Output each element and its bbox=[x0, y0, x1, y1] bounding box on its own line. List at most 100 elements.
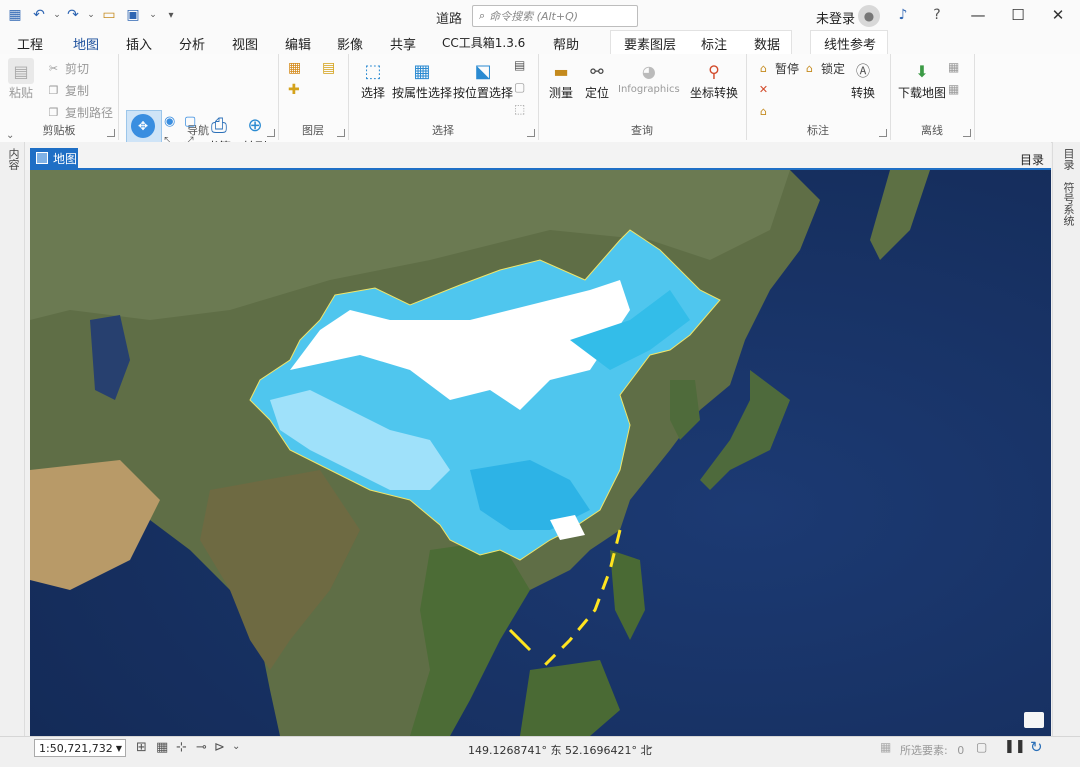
refresh-status-icon[interactable]: ▢ bbox=[976, 740, 987, 754]
measure-button[interactable]: ▬ 测量 bbox=[548, 58, 574, 101]
offline-launcher[interactable] bbox=[963, 129, 971, 137]
scale-selector[interactable]: 1:50,721,732 ▼ bbox=[34, 739, 126, 757]
measure-label: 测量 bbox=[548, 86, 573, 100]
download-map-icon: ⬇ bbox=[915, 61, 929, 81]
tab-help[interactable]: 帮助 bbox=[553, 34, 579, 53]
command-search-input[interactable]: ⌕ 命令搜索 (Alt+Q) bbox=[472, 5, 638, 27]
remove-offline-icon[interactable]: ▦ bbox=[948, 82, 959, 96]
copy-button[interactable]: ❐ 复制 bbox=[46, 82, 89, 99]
selection-launcher[interactable] bbox=[527, 129, 535, 137]
help-icon[interactable]: ? bbox=[928, 6, 946, 24]
minimize-button[interactable]: — bbox=[966, 4, 990, 26]
lock-labels-button[interactable]: ⌂ 锁定 bbox=[802, 60, 845, 77]
tab-imagery[interactable]: 影像 bbox=[337, 34, 363, 53]
pause-drawing-icon[interactable]: ❚❚ bbox=[1004, 739, 1026, 754]
login-status[interactable]: 未登录 bbox=[816, 8, 855, 27]
cut-button[interactable]: ✂ 剪切 bbox=[46, 60, 89, 77]
coordinate-readout: 149.1268741° 东 52.1696421° 北 bbox=[468, 744, 652, 757]
tab-insert[interactable]: 插入 bbox=[126, 34, 152, 53]
tab-view[interactable]: 视图 bbox=[232, 34, 258, 53]
maximize-button[interactable]: ☐ bbox=[1006, 4, 1030, 26]
select-by-attribute-button[interactable]: ▦ 按属性选择 bbox=[392, 58, 452, 101]
open-folder-icon[interactable]: ▭ bbox=[100, 6, 118, 24]
customize-quick-access-icon[interactable]: ▾ bbox=[162, 6, 180, 24]
catalog-pane-tab[interactable]: 目录 bbox=[1060, 148, 1076, 170]
selection-group: ⬚ 选择 ▦ 按属性选择 ⬕ 按位置选择 ▤ ▢ ⬚ 选择 bbox=[348, 54, 539, 140]
select-arrow-icon: ⬚ bbox=[364, 60, 382, 82]
measure-constraint-icon[interactable]: ⊳ bbox=[214, 740, 225, 755]
zoom-layer-icon[interactable]: ▢ bbox=[184, 114, 196, 129]
layer-launcher[interactable] bbox=[337, 129, 345, 137]
tab-analysis[interactable]: 分析 bbox=[179, 34, 205, 53]
locate-label: 定位 bbox=[584, 86, 609, 100]
ruler-icon: ▬ bbox=[553, 61, 569, 81]
table-icon[interactable]: ▦ bbox=[156, 740, 168, 755]
notification-bell-icon[interactable]: ♪ bbox=[894, 6, 912, 24]
basemap-icon[interactable]: ▦ bbox=[288, 60, 301, 76]
copy-path-button[interactable]: ❐ 复制路径 bbox=[46, 104, 113, 121]
view-menu-icon[interactable]: ⌄ bbox=[1036, 150, 1044, 161]
full-extent-icon[interactable]: ◉ bbox=[164, 114, 175, 129]
status-more-icon[interactable]: ⌄ bbox=[232, 741, 240, 752]
locate-button[interactable]: ⚯ 定位 bbox=[584, 58, 610, 101]
selection-group-label: 选择 bbox=[432, 124, 454, 137]
label-options-button[interactable]: ⌂ bbox=[756, 104, 775, 119]
clear-selection-icon[interactable]: ▢ bbox=[514, 80, 525, 94]
inquiry-group-label: 查询 bbox=[631, 124, 653, 137]
select-by-location-button[interactable]: ⬕ 按位置选择 bbox=[453, 58, 513, 101]
unplaced-labels-button[interactable]: ✕ bbox=[756, 82, 775, 97]
coordinate-conversion-label: 坐标转换 bbox=[690, 86, 739, 100]
pause-labels-button[interactable]: ⌂ 暂停 bbox=[756, 60, 799, 77]
tab-cc-toolbox[interactable]: CC工具箱1.3.6 bbox=[442, 34, 525, 51]
convert-labels-button[interactable]: Ⓐ 转换 bbox=[850, 58, 876, 101]
labeling-group: ⌂ 暂停 ⌂ 锁定 ✕ ⌂ Ⓐ 转换 标注 bbox=[746, 54, 891, 140]
selected-features: 所选要素: 0 bbox=[900, 742, 964, 758]
contents-pane-tab[interactable]: 内容 bbox=[5, 148, 21, 170]
scissors-icon: ✂ bbox=[48, 62, 59, 75]
labeling-launcher[interactable] bbox=[879, 129, 887, 137]
constraints-icon[interactable]: ⊸ bbox=[196, 740, 207, 755]
select-by-location-label: 按位置选择 bbox=[453, 86, 514, 100]
tab-feature-layer[interactable]: 要素图层 bbox=[624, 34, 676, 53]
layout-dropdown-icon[interactable]: ⌄ bbox=[144, 6, 162, 24]
map-view-tab[interactable]: 地图 bbox=[30, 148, 78, 168]
add-data-icon[interactable]: ▤ bbox=[322, 60, 335, 76]
select-label: 选择 bbox=[360, 86, 385, 100]
sync-icon[interactable]: ▦ bbox=[948, 60, 959, 74]
tab-map[interactable]: 地图 bbox=[73, 34, 100, 57]
tab-edit[interactable]: 编辑 bbox=[285, 34, 311, 53]
navigate-launcher[interactable] bbox=[267, 129, 275, 137]
avatar[interactable]: ● bbox=[858, 5, 880, 27]
layout-icon[interactable]: ▣ bbox=[124, 6, 142, 24]
close-button[interactable]: ✕ bbox=[1046, 4, 1070, 26]
zoom-to-selection-icon[interactable]: ⬚ bbox=[514, 102, 525, 116]
binoculars-icon: ⚯ bbox=[590, 61, 604, 81]
redo-icon[interactable]: ↷ bbox=[64, 6, 82, 24]
refresh-icon[interactable]: ↻ bbox=[1030, 738, 1043, 756]
title-bar: ▦ ↶ ⌄ ↷ ⌄ ▭ ▣ ⌄ ▾ 道路 ⌕ 命令搜索 (Alt+Q) 未登录 … bbox=[0, 0, 1080, 32]
tab-linear-referencing[interactable]: 线性参考 bbox=[824, 34, 876, 53]
collapse-ribbon-icon[interactable]: ⌄ bbox=[6, 130, 14, 141]
symbology-pane-tab[interactable]: 符号系统 bbox=[1060, 182, 1076, 226]
coord-format-icon[interactable]: ⌄ bbox=[646, 741, 654, 752]
attributes-icon[interactable]: ▤ bbox=[514, 58, 525, 72]
snapping-icon[interactable]: ⊹ bbox=[176, 740, 187, 755]
add-layer-icon[interactable]: ✚ bbox=[288, 82, 300, 98]
grid-icon[interactable]: ⊞ bbox=[136, 740, 147, 755]
project-icon[interactable]: ▦ bbox=[6, 6, 24, 24]
tab-project[interactable]: 工程 bbox=[17, 34, 43, 53]
map-canvas[interactable] bbox=[30, 170, 1051, 736]
coordinate-conversion-button[interactable]: ⚲ 坐标转换 bbox=[690, 58, 738, 101]
clipboard-launcher[interactable] bbox=[107, 129, 115, 137]
undo-icon[interactable]: ↶ bbox=[30, 6, 48, 24]
select-button[interactable]: ⬚ 选择 bbox=[360, 58, 386, 101]
redo-dropdown-icon[interactable]: ⌄ bbox=[82, 6, 100, 24]
infographics-button[interactable]: ◕ Infographics bbox=[618, 58, 680, 96]
download-map-button[interactable]: ⬇ 下载地图 bbox=[898, 58, 946, 101]
clipboard-group: ▤ 粘贴 ✂ 剪切 ❐ 复制 ❐ 复制路径 剪贴板 bbox=[0, 54, 119, 140]
tab-labeling[interactable]: 标注 bbox=[701, 34, 727, 53]
tab-share[interactable]: 共享 bbox=[390, 34, 416, 53]
chat-icon[interactable] bbox=[1024, 712, 1044, 728]
tab-data[interactable]: 数据 bbox=[754, 34, 780, 53]
paste-button[interactable]: ▤ 粘贴 bbox=[8, 58, 34, 101]
